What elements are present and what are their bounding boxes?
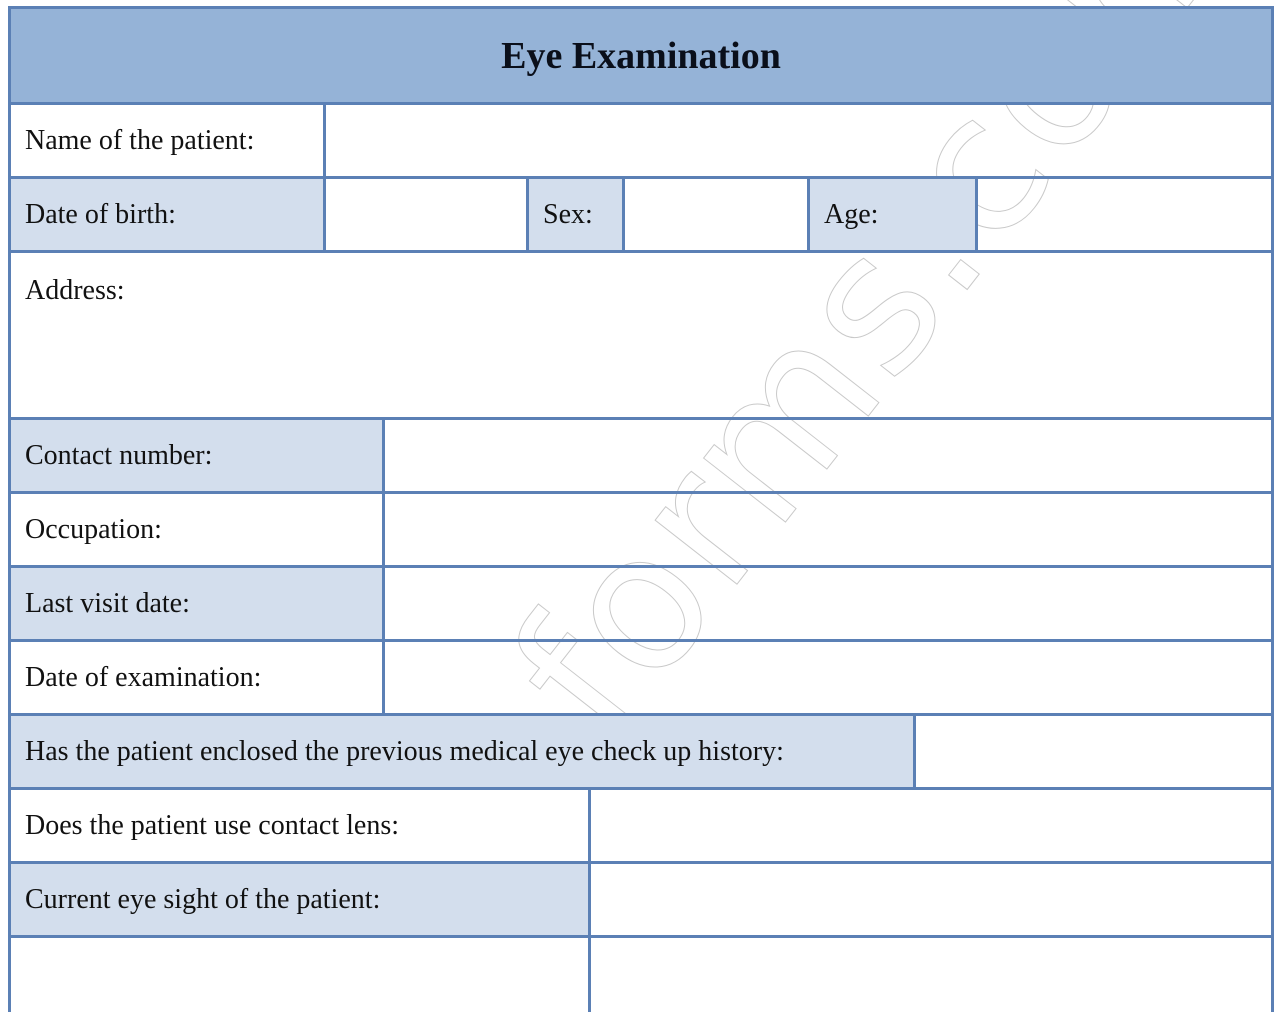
dob-label: Date of birth: [11, 179, 326, 250]
occupation-label: Occupation: [11, 494, 385, 565]
row-address[interactable]: Address: [11, 253, 1271, 420]
row-date-of-examination: Date of examination: [11, 642, 1271, 716]
row-previous-history: Has the patient enclosed the previous me… [11, 716, 1271, 790]
sex-field[interactable] [625, 179, 810, 250]
row-contact-number: Contact number: [11, 420, 1271, 494]
row-contact-lens: Does the patient use contact lens: [11, 790, 1271, 864]
row-occupation: Occupation: [11, 494, 1271, 568]
occupation-field[interactable] [385, 494, 1271, 565]
sex-label: Sex: [529, 179, 625, 250]
row-last-visit-date: Last visit date: [11, 568, 1271, 642]
truncated-field[interactable] [591, 938, 1271, 1012]
contact-lens-label: Does the patient use contact lens: [11, 790, 591, 861]
current-eyesight-field[interactable] [591, 864, 1271, 935]
last-visit-date-label: Last visit date: [11, 568, 385, 639]
date-of-examination-field[interactable] [385, 642, 1271, 713]
patient-name-label: Name of the patient: [11, 105, 326, 176]
current-eyesight-label: Current eye sight of the patient: [11, 864, 591, 935]
contact-number-label: Contact number: [11, 420, 385, 491]
date-of-examination-label: Date of examination: [11, 642, 385, 713]
eye-examination-form: Eye Examination Name of the patient: Dat… [8, 6, 1274, 1012]
patient-name-field[interactable] [326, 105, 1271, 176]
truncated-label [11, 938, 591, 1012]
previous-history-field[interactable] [916, 716, 1271, 787]
previous-history-label: Has the patient enclosed the previous me… [11, 716, 916, 787]
address-label: Address: [25, 275, 125, 306]
contact-number-field[interactable] [385, 420, 1271, 491]
row-truncated [11, 938, 1271, 1012]
row-current-eyesight: Current eye sight of the patient: [11, 864, 1271, 938]
age-field[interactable] [978, 179, 1271, 250]
row-patient-name: Name of the patient: [11, 105, 1271, 179]
dob-field[interactable] [326, 179, 529, 250]
age-label: Age: [810, 179, 978, 250]
form-title: Eye Examination [11, 9, 1271, 105]
row-dob-sex-age: Date of birth: Sex: Age: [11, 179, 1271, 253]
contact-lens-field[interactable] [591, 790, 1271, 861]
last-visit-date-field[interactable] [385, 568, 1271, 639]
